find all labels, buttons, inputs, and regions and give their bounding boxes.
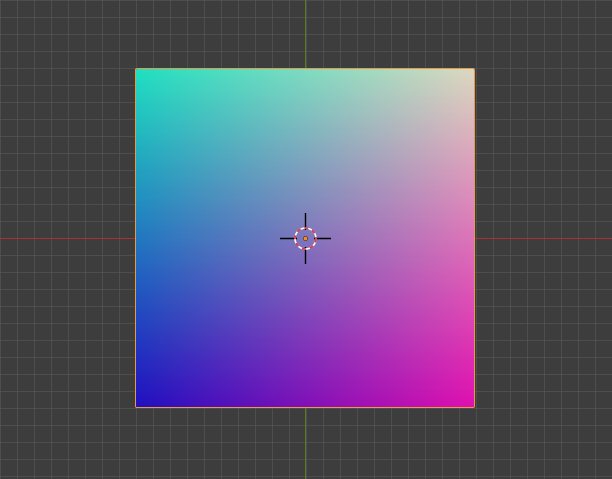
object-origin-icon: [302, 235, 308, 241]
3d-viewport[interactable]: [0, 0, 612, 479]
3d-cursor-icon[interactable]: [280, 213, 331, 264]
